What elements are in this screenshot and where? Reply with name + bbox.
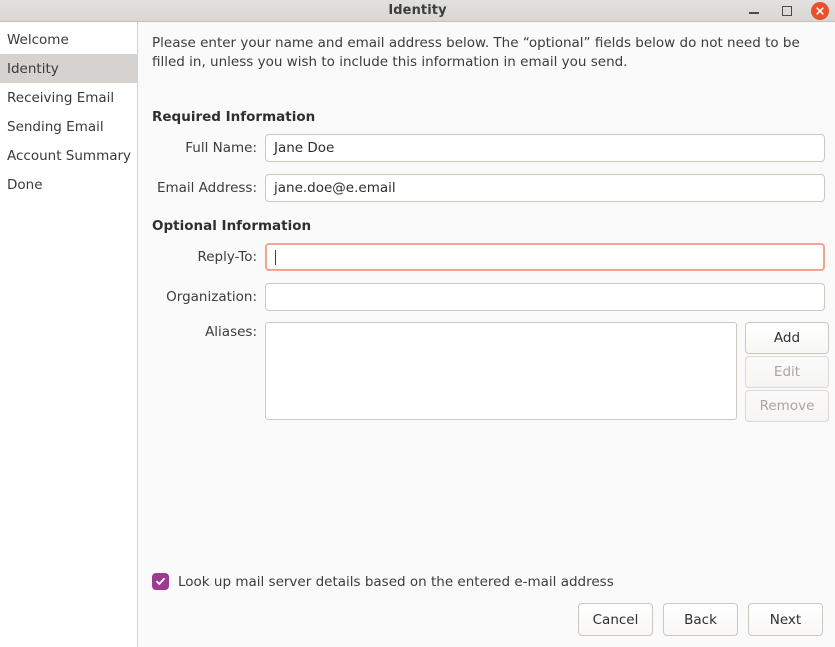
sidebar-item-welcome[interactable]: Welcome — [0, 25, 137, 54]
organization-label: Organization: — [138, 289, 265, 305]
section-heading-optional: Optional Information — [152, 218, 311, 234]
wizard-steps-sidebar: Welcome Identity Receiving Email Sending… — [0, 22, 138, 647]
full-name-label: Full Name: — [138, 140, 265, 156]
lookup-checkbox-row[interactable]: Look up mail server details based on the… — [152, 573, 614, 590]
intro-text: Please enter your name and email address… — [152, 34, 834, 72]
organization-input[interactable] — [265, 283, 825, 311]
back-button[interactable]: Back — [663, 603, 738, 636]
identity-wizard-window: Identity Welcome Identity Receiving Emai… — [0, 0, 835, 647]
sidebar-item-sending-email[interactable]: Sending Email — [0, 112, 137, 141]
email-address-label: Email Address: — [138, 180, 265, 196]
field-row-reply-to: Reply-To: — [138, 242, 835, 272]
close-icon[interactable] — [811, 2, 829, 20]
title-bar: Identity — [0, 0, 835, 22]
aliases-list[interactable] — [265, 322, 737, 420]
field-row-organization: Organization: — [138, 282, 835, 312]
field-row-aliases: Aliases: Add Edit Remove — [138, 322, 835, 424]
identity-form-panel: Please enter your name and email address… — [138, 22, 835, 647]
window-controls — [745, 0, 829, 21]
text-cursor — [275, 250, 276, 265]
full-name-input[interactable]: Jane Doe — [265, 134, 825, 162]
lookup-checkbox-label: Look up mail server details based on the… — [178, 574, 614, 590]
sidebar-item-receiving-email[interactable]: Receiving Email — [0, 83, 137, 112]
check-icon[interactable] — [152, 573, 169, 590]
next-button[interactable]: Next — [748, 603, 823, 636]
full-name-value: Jane Doe — [274, 140, 334, 156]
edit-alias-button: Edit — [745, 356, 829, 388]
email-address-value: jane.doe@e.email — [274, 180, 396, 196]
wizard-footer-buttons: Cancel Back Next — [578, 603, 823, 636]
field-row-full-name: Full Name: Jane Doe — [138, 133, 835, 163]
aliases-label: Aliases: — [138, 322, 265, 342]
sidebar-item-identity[interactable]: Identity — [0, 54, 137, 83]
sidebar-item-done[interactable]: Done — [0, 170, 137, 199]
window-title: Identity — [388, 3, 446, 18]
remove-alias-button: Remove — [745, 390, 829, 422]
window-body: Welcome Identity Receiving Email Sending… — [0, 22, 835, 647]
email-address-input[interactable]: jane.doe@e.email — [265, 174, 825, 202]
field-row-email-address: Email Address: jane.doe@e.email — [138, 173, 835, 203]
maximize-icon[interactable] — [778, 2, 795, 19]
add-alias-button[interactable]: Add — [745, 322, 829, 354]
section-heading-required: Required Information — [152, 109, 315, 125]
reply-to-input[interactable] — [265, 243, 825, 271]
minimize-icon[interactable] — [745, 2, 762, 19]
aliases-button-group: Add Edit Remove — [745, 322, 829, 424]
sidebar-item-account-summary[interactable]: Account Summary — [0, 141, 137, 170]
cancel-button[interactable]: Cancel — [578, 603, 653, 636]
reply-to-label: Reply-To: — [138, 249, 265, 265]
